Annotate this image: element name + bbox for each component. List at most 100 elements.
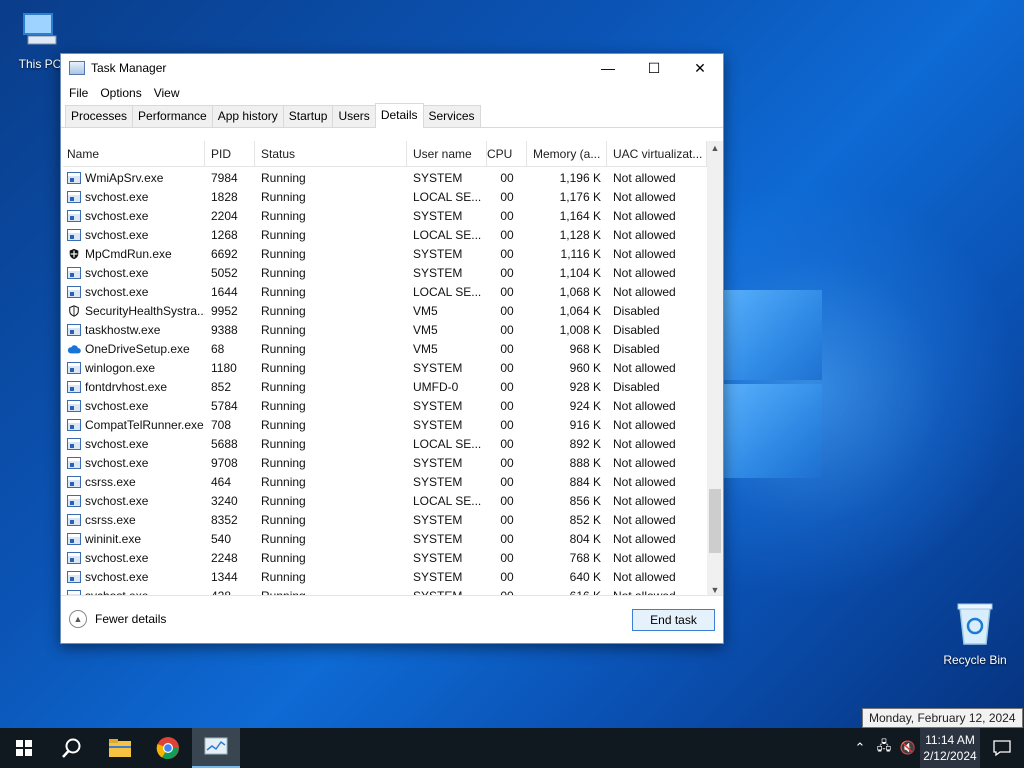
column-header-pid[interactable]: PID xyxy=(205,141,255,167)
cell-uac: Not allowed xyxy=(613,265,676,280)
table-row[interactable]: csrss.exe 464 Running SYSTEM 00 884 K Not allo… xyxy=(63,472,707,491)
column-header-cpu[interactable]: CPU xyxy=(487,141,527,167)
table-row[interactable]: fontdrvhost.exe 852 Running UMFD-0 00 928 K Di… xyxy=(63,377,707,396)
title-bar[interactable]: Task Manager — ☐ ✕ xyxy=(61,54,723,82)
scrollbar-thumb[interactable] xyxy=(709,489,721,553)
column-header-uac[interactable]: UAC virtualizat... xyxy=(607,141,707,167)
table-row[interactable]: svchost.exe 1828 Running LOCAL SE... 00 1,176… xyxy=(63,187,707,206)
table-row[interactable]: CompatTelRunner.exe 708 Running SYSTEM 00 916… xyxy=(63,415,707,434)
tab-details[interactable]: Details xyxy=(374,103,424,128)
table-row[interactable]: csrss.exe 8352 Running SYSTEM 00 852 K Not all… xyxy=(63,510,707,529)
table-row[interactable]: svchost.exe 3240 Running LOCAL SE... 00 856 K… xyxy=(63,491,707,510)
cell-pid: 1344 xyxy=(211,569,238,584)
tab-app-history[interactable]: App history xyxy=(211,105,284,127)
wallpaper-logo-pane xyxy=(724,290,822,380)
process-name: wininit.exe xyxy=(85,531,142,546)
cell-name: winlogon.exe xyxy=(63,361,205,375)
table-row[interactable]: svchost.exe 5052 Running SYSTEM 00 1,104 K Not… xyxy=(63,263,707,282)
network-icon[interactable]: 🖧 xyxy=(872,737,896,759)
notification-button[interactable] xyxy=(980,739,1024,757)
tab-performance[interactable]: Performance xyxy=(132,105,213,127)
fewer-details-label: Fewer details xyxy=(95,612,167,626)
cell-user: SYSTEM xyxy=(413,474,463,489)
cell-cpu: 00 xyxy=(500,417,514,432)
cell-cpu: 00 xyxy=(500,398,514,413)
table-row[interactable]: svchost.exe 5688 Running LOCAL SE... 00 892 K… xyxy=(63,434,707,453)
end-task-button[interactable]: End task xyxy=(632,609,715,631)
app-icon xyxy=(67,266,81,279)
maximize-button[interactable]: ☐ xyxy=(631,54,677,82)
cell-memory: 924 K xyxy=(569,398,601,413)
clock-date: 2/12/2024 xyxy=(923,749,977,763)
tab-users[interactable]: Users xyxy=(332,105,376,127)
table-row[interactable]: OneDriveSetup.exe 68 Running VM5 00 968 K Disa… xyxy=(63,339,707,358)
table-row[interactable]: SecurityHealthSystra... 9952 Running VM5 00 1… xyxy=(63,301,707,320)
process-name: csrss.exe xyxy=(85,474,136,489)
clock[interactable]: 11:14 AM 2/12/2024 xyxy=(920,728,980,768)
menu-file[interactable]: File xyxy=(63,86,94,100)
start-button[interactable] xyxy=(0,728,48,768)
column-header-status[interactable]: Status xyxy=(255,141,407,167)
cell-cpu: 00 xyxy=(500,246,514,261)
chevron-up-icon[interactable]: ⌃ xyxy=(848,740,872,756)
table-row[interactable]: winlogon.exe 1180 Running SYSTEM 00 960 K Not … xyxy=(63,358,707,377)
notification-icon xyxy=(993,740,1011,757)
cell-user: LOCAL SE... xyxy=(413,436,482,451)
column-header-user[interactable]: User name xyxy=(407,141,487,167)
desktop-icon-recycle-bin[interactable]: Recycle Bin xyxy=(942,600,1008,667)
tab-processes[interactable]: Processes xyxy=(65,105,134,127)
cell-user: VM5 xyxy=(413,341,438,356)
cell-status: Running xyxy=(261,322,306,337)
cell-user: UMFD-0 xyxy=(413,379,459,394)
cell-user: SYSTEM xyxy=(413,360,463,375)
task-manager-taskbar-button[interactable] xyxy=(192,728,240,768)
table-row[interactable]: taskhostw.exe 9388 Running VM5 00 1,008 K Disa… xyxy=(63,320,707,339)
cell-pid: 540 xyxy=(211,531,232,546)
scroll-up-arrow[interactable]: ▲ xyxy=(707,141,723,155)
table-row[interactable]: MpCmdRun.exe 6692 Running SYSTEM 00 1,116 K No… xyxy=(63,244,707,263)
table-row[interactable]: svchost.exe 2204 Running SYSTEM 00 1,164 K Not… xyxy=(63,206,707,225)
fewer-details-link[interactable]: ▲ Fewer details xyxy=(69,610,166,628)
cell-pid: 1180 xyxy=(211,360,237,375)
cell-name: SecurityHealthSystra... xyxy=(63,304,205,318)
task-manager-window: Task Manager — ☐ ✕ File Options View Pro… xyxy=(60,53,724,644)
table-row[interactable]: svchost.exe 5784 Running SYSTEM 00 924 K Not a… xyxy=(63,396,707,415)
tab-services[interactable]: Services xyxy=(422,105,481,127)
task-manager-icon xyxy=(69,61,85,75)
cell-pid: 852 xyxy=(211,379,232,394)
minimize-button[interactable]: — xyxy=(585,54,631,82)
cell-memory: 640 K xyxy=(569,569,601,584)
search-button[interactable] xyxy=(48,728,96,768)
table-row[interactable]: svchost.exe 2248 Running SYSTEM 00 768 K Not a… xyxy=(63,548,707,567)
app-icon xyxy=(67,323,81,336)
chrome-button[interactable] xyxy=(144,728,192,768)
table-row[interactable]: WmiApSrv.exe 7984 Running SYSTEM 00 1,196 K No… xyxy=(63,168,707,187)
menu-options[interactable]: Options xyxy=(94,86,147,100)
cell-status: Running xyxy=(261,360,306,375)
close-button[interactable]: ✕ xyxy=(677,54,723,82)
volume-muted-icon[interactable]: 🔇 xyxy=(896,740,920,756)
table-row[interactable]: svchost.exe 1268 Running LOCAL SE... 00 1,128… xyxy=(63,225,707,244)
menu-view[interactable]: View xyxy=(148,86,186,100)
file-explorer-button[interactable] xyxy=(96,728,144,768)
cell-cpu: 00 xyxy=(500,493,514,508)
window-title: Task Manager xyxy=(91,61,167,75)
vertical-scrollbar[interactable]: ▲ ▼ xyxy=(707,141,723,597)
cell-memory: 892 K xyxy=(569,436,601,451)
table-row[interactable]: svchost.exe 1644 Running LOCAL SE... 00 1,068… xyxy=(63,282,707,301)
cell-status: Running xyxy=(261,550,306,565)
table-row[interactable]: svchost.exe 1344 Running SYSTEM 00 640 K Not a… xyxy=(63,567,707,586)
table-row[interactable]: svchost.exe 9708 Running SYSTEM 00 888 K Not a… xyxy=(63,453,707,472)
tab-startup[interactable]: Startup xyxy=(282,105,334,127)
cell-uac: Not allowed xyxy=(613,170,676,185)
cell-uac: Not allowed xyxy=(613,189,676,204)
cell-user: SYSTEM xyxy=(413,550,463,565)
table-row[interactable]: wininit.exe 540 Running SYSTEM 00 804 K Not al… xyxy=(63,529,707,548)
defender-shield-icon xyxy=(69,248,79,259)
cell-uac: Disabled xyxy=(613,303,660,318)
process-name: MpCmdRun.exe xyxy=(85,246,172,261)
column-header-name[interactable]: Name xyxy=(63,141,205,167)
column-header-memory[interactable]: Memory (a... xyxy=(527,141,607,167)
cell-pid: 708 xyxy=(211,417,232,432)
chevron-up-icon: ▲ xyxy=(69,610,87,628)
